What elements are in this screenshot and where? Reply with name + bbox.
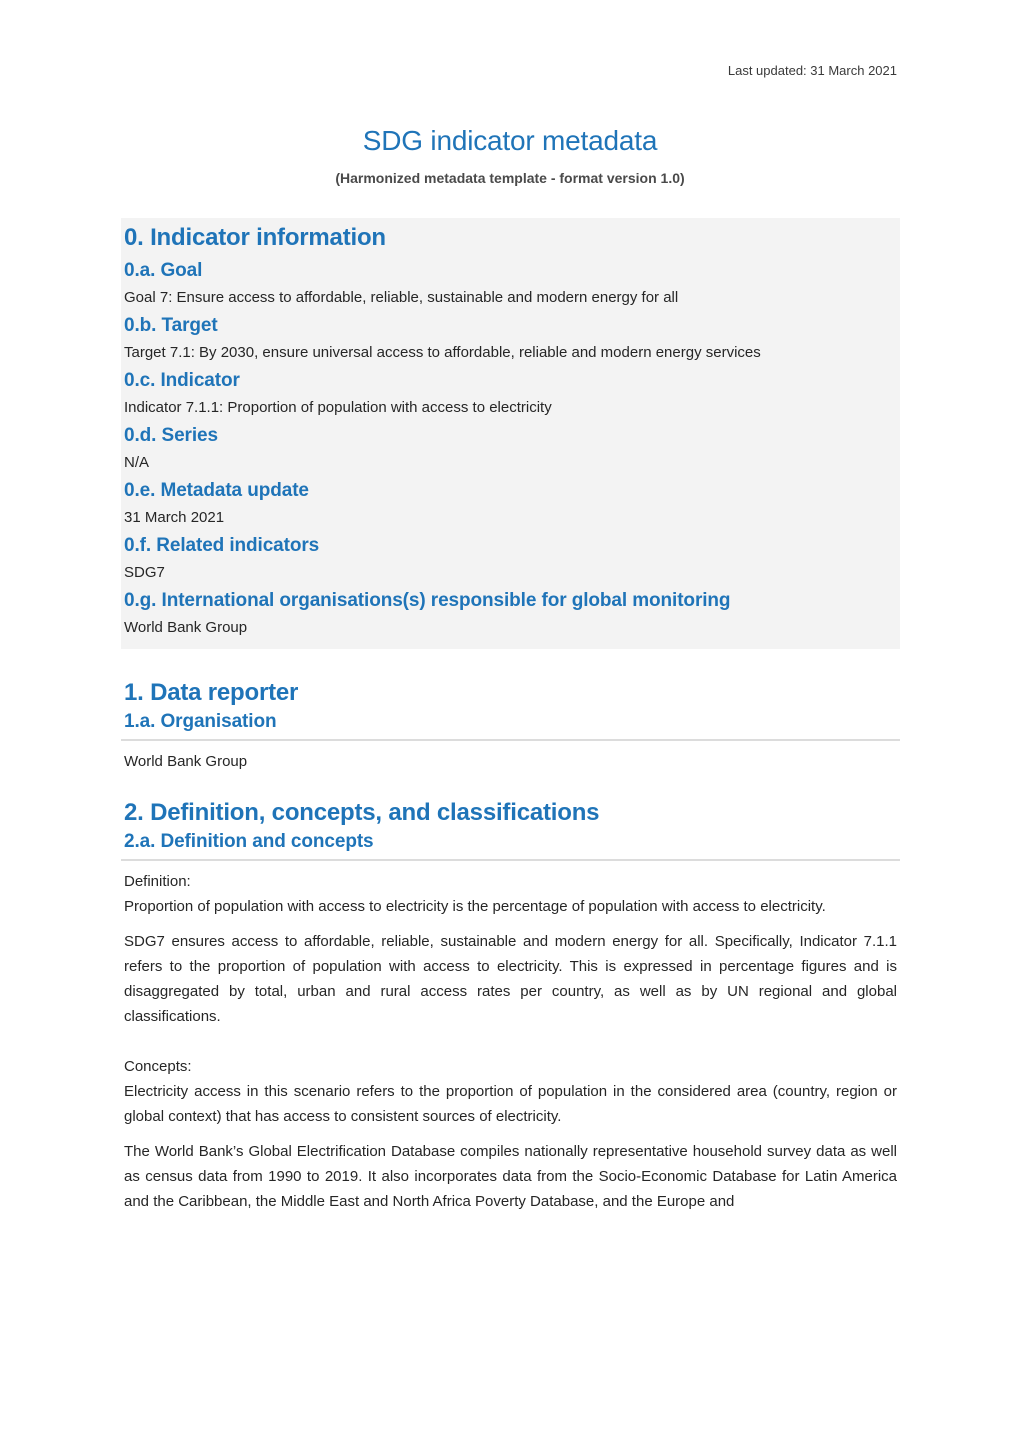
section-1-heading: 1. Data reporter <box>124 679 299 706</box>
section-2-heading: 2. Definition, concepts, and classificat… <box>124 799 600 826</box>
concepts-label: Concepts: <box>124 1058 192 1075</box>
definition-paragraph: SDG7 ensures access to affordable, relia… <box>124 933 897 1025</box>
document-subtitle: (Harmonized metadata template - format v… <box>335 170 685 186</box>
international-organisations-heading: 0.g. International organisations(s) resp… <box>124 590 731 611</box>
organisation-subheading-block: 1.a. Organisation <box>121 709 900 741</box>
document-content: 0. Indicator information 0.a. Goal Goal … <box>121 218 900 1214</box>
document-title: SDG indicator metadata <box>362 125 658 156</box>
definition-subheading-block: 2.a. Definition and concepts <box>121 829 900 861</box>
definition-text: Proportion of population with access to … <box>124 898 826 915</box>
organisation-heading: 1.a. Organisation <box>124 711 277 732</box>
series-value: N/A <box>124 454 150 471</box>
series-heading: 0.d. Series <box>124 425 218 446</box>
database-paragraph: The World Bank’s Global Electrification … <box>124 1143 897 1210</box>
definition-section: 2. Definition, concepts, and classificat… <box>121 797 900 1214</box>
target-value: Target 7.1: By 2030, ensure universal ac… <box>124 344 761 361</box>
goal-heading: 0.a. Goal <box>124 260 203 281</box>
organisation-value: World Bank Group <box>124 753 248 770</box>
indicator-value: Indicator 7.1.1: Proportion of populatio… <box>124 399 552 416</box>
international-organisations-value: World Bank Group <box>124 619 248 636</box>
document-page: Last updated: 31 March 2021 SDG indicato… <box>0 0 1020 1442</box>
last-updated-date: Last updated: 31 March 2021 <box>727 63 897 78</box>
concepts-text: Electricity access in this scenario refe… <box>124 1083 897 1125</box>
related-indicators-heading: 0.f. Related indicators <box>124 535 320 556</box>
target-heading: 0.b. Target <box>124 315 218 336</box>
section-0-heading: 0. Indicator information <box>124 224 386 251</box>
metadata-update-heading: 0.e. Metadata update <box>124 480 309 501</box>
metadata-update-value: 31 March 2021 <box>124 509 225 526</box>
data-reporter-section: 1. Data reporter 1.a. Organisation World… <box>121 677 900 773</box>
indicator-information-box: 0. Indicator information 0.a. Goal Goal … <box>121 218 900 649</box>
definition-label: Definition: <box>124 873 191 890</box>
indicator-heading: 0.c. Indicator <box>124 370 240 391</box>
definition-concepts-heading: 2.a. Definition and concepts <box>124 831 374 852</box>
related-indicators-value: SDG7 <box>124 564 165 581</box>
goal-value: Goal 7: Ensure access to affordable, rel… <box>124 289 679 306</box>
